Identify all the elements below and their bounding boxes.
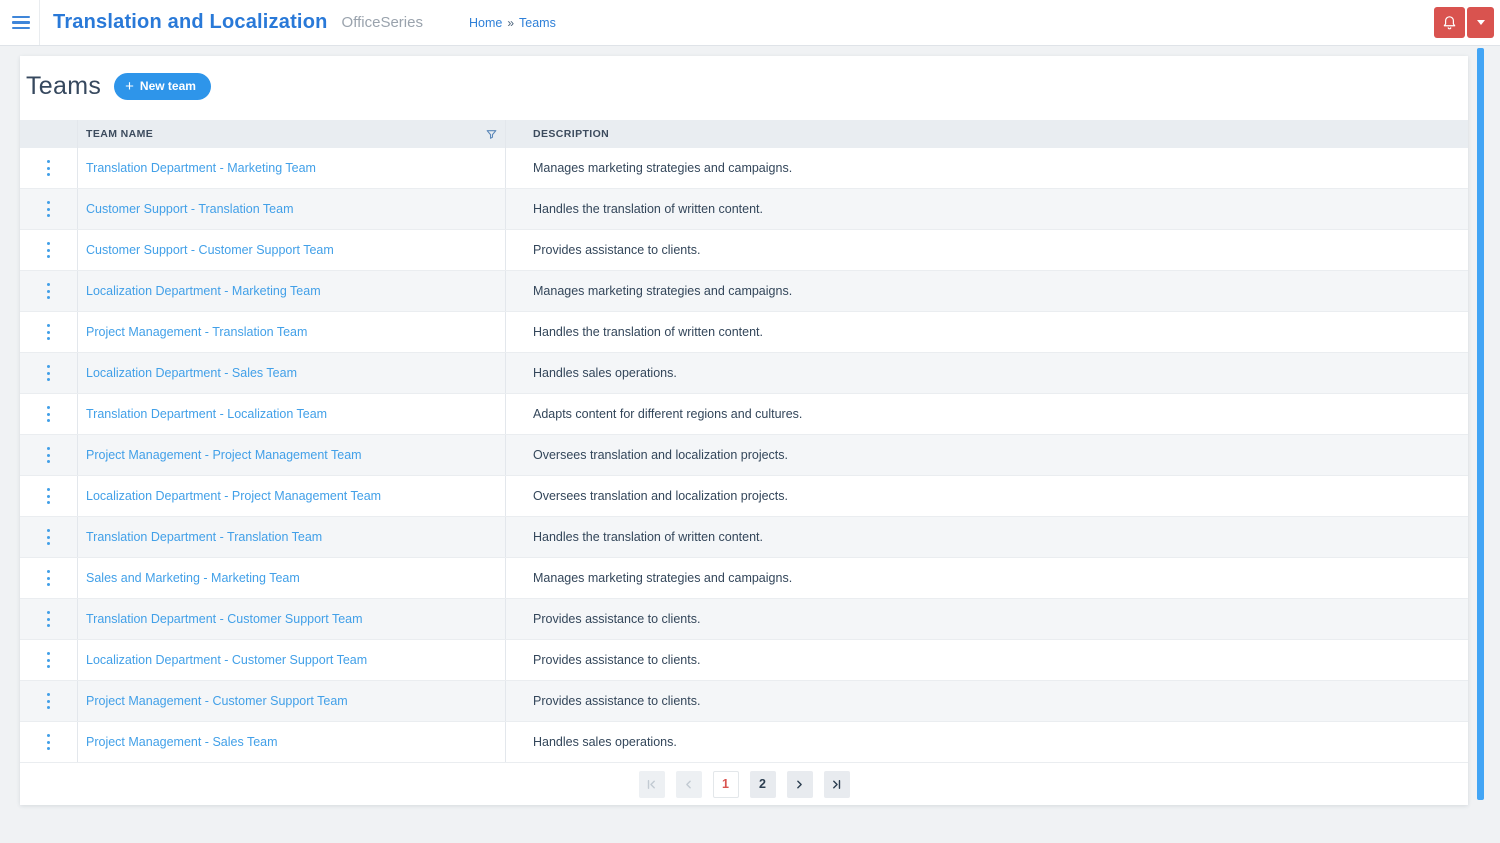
kebab-menu-icon[interactable]	[42, 647, 55, 673]
team-description: Handles sales operations.	[533, 735, 677, 749]
team-description: Handles the translation of written conte…	[533, 530, 763, 544]
notifications-button[interactable]	[1434, 7, 1465, 38]
plus-icon: +	[125, 79, 134, 94]
kebab-menu-icon[interactable]	[42, 688, 55, 714]
new-team-button[interactable]: + New team	[114, 73, 211, 100]
kebab-menu-icon[interactable]	[42, 483, 55, 509]
team-name-link[interactable]: Localization Department - Marketing Team	[86, 284, 321, 298]
last-page-icon	[830, 778, 843, 791]
team-description: Oversees translation and localization pr…	[533, 448, 788, 462]
kebab-menu-icon[interactable]	[42, 278, 55, 304]
breadcrumb-separator: »	[507, 16, 514, 30]
kebab-menu-icon[interactable]	[42, 196, 55, 222]
table-row: Translation Department - Localization Te…	[20, 394, 1468, 435]
kebab-menu-icon[interactable]	[42, 729, 55, 755]
page-1-button[interactable]: 1	[713, 771, 739, 798]
column-header-team-name: TEAM NAME	[86, 128, 153, 140]
team-name-link[interactable]: Localization Department - Sales Team	[86, 366, 297, 380]
teams-table: TEAM NAME DESCRIPTION Translation Depart…	[20, 120, 1468, 763]
table-row: Project Management - Project Management …	[20, 435, 1468, 476]
table-row: Localization Department - Customer Suppo…	[20, 640, 1468, 681]
kebab-menu-icon[interactable]	[42, 524, 55, 550]
page-2-button[interactable]: 2	[750, 771, 776, 798]
team-name-link[interactable]: Translation Department - Marketing Team	[86, 161, 316, 175]
team-description: Manages marketing strategies and campaig…	[533, 571, 792, 585]
table-header-row: TEAM NAME DESCRIPTION	[20, 120, 1468, 148]
team-description: Adapts content for different regions and…	[533, 407, 802, 421]
team-name-link[interactable]: Project Management - Sales Team	[86, 735, 278, 749]
team-name-link[interactable]: Localization Department - Customer Suppo…	[86, 653, 367, 667]
team-name-link[interactable]: Sales and Marketing - Marketing Team	[86, 571, 300, 585]
table-body: Translation Department - Marketing Team …	[20, 148, 1468, 763]
page-head: Teams + New team	[20, 56, 1468, 101]
filter-funnel-icon[interactable]	[485, 128, 498, 141]
kebab-menu-icon[interactable]	[42, 606, 55, 632]
teams-card: Teams + New team TEAM NAME DESCRIPTION	[20, 56, 1468, 805]
table-row: Customer Support - Customer Support Team…	[20, 230, 1468, 271]
bell-icon	[1441, 14, 1458, 31]
kebab-menu-icon[interactable]	[42, 401, 55, 427]
team-name-link[interactable]: Localization Department - Project Manage…	[86, 489, 381, 503]
kebab-menu-icon[interactable]	[42, 155, 55, 181]
app-title: Translation and Localization	[53, 11, 328, 34]
team-name-link[interactable]: Project Management - Project Management …	[86, 448, 362, 462]
actions-column-header	[20, 120, 78, 148]
new-team-label: New team	[140, 79, 196, 93]
team-description: Oversees translation and localization pr…	[533, 489, 788, 503]
team-description: Provides assistance to clients.	[533, 653, 700, 667]
team-name-link[interactable]: Translation Department - Customer Suppor…	[86, 612, 363, 626]
kebab-menu-icon[interactable]	[42, 565, 55, 591]
first-page-button	[639, 771, 665, 798]
column-header-description: DESCRIPTION	[533, 128, 609, 140]
table-row: Translation Department - Customer Suppor…	[20, 599, 1468, 640]
header-divider	[39, 0, 40, 45]
table-row: Translation Department - Translation Tea…	[20, 517, 1468, 558]
scrollbar-thumb[interactable]	[1477, 48, 1484, 800]
caret-down-icon	[1477, 20, 1485, 25]
next-page-icon	[793, 778, 806, 791]
team-description: Provides assistance to clients.	[533, 694, 700, 708]
breadcrumb-current-link[interactable]: Teams	[519, 16, 556, 30]
team-description: Provides assistance to clients.	[533, 243, 700, 257]
team-description: Handles the translation of written conte…	[533, 202, 763, 216]
page-title: Teams	[26, 72, 101, 101]
account-menu-button[interactable]	[1467, 7, 1494, 38]
top-header: Translation and Localization OfficeSerie…	[0, 0, 1500, 46]
table-row: Translation Department - Marketing Team …	[20, 148, 1468, 189]
hamburger-menu-icon[interactable]	[12, 16, 30, 30]
team-name-link[interactable]: Customer Support - Translation Team	[86, 202, 294, 216]
table-row: Project Management - Translation Team Ha…	[20, 312, 1468, 353]
team-description: Provides assistance to clients.	[533, 612, 700, 626]
prev-page-button	[676, 771, 702, 798]
first-page-icon	[645, 778, 658, 791]
pagination: 12	[20, 763, 1468, 805]
team-name-link[interactable]: Translation Department - Translation Tea…	[86, 530, 322, 544]
kebab-menu-icon[interactable]	[42, 442, 55, 468]
table-row: Project Management - Customer Support Te…	[20, 681, 1468, 722]
team-name-link[interactable]: Translation Department - Localization Te…	[86, 407, 327, 421]
app-subtitle: OfficeSeries	[342, 14, 423, 31]
next-page-button[interactable]	[787, 771, 813, 798]
table-row: Customer Support - Translation Team Hand…	[20, 189, 1468, 230]
team-description: Manages marketing strategies and campaig…	[533, 161, 792, 175]
kebab-menu-icon[interactable]	[42, 360, 55, 386]
last-page-button[interactable]	[824, 771, 850, 798]
kebab-menu-icon[interactable]	[42, 319, 55, 345]
breadcrumb: Home » Teams	[469, 16, 556, 30]
table-row: Localization Department - Marketing Team…	[20, 271, 1468, 312]
prev-page-icon	[682, 778, 695, 791]
team-description: Handles sales operations.	[533, 366, 677, 380]
breadcrumb-home-link[interactable]: Home	[469, 16, 502, 30]
header-actions	[1434, 7, 1494, 38]
team-description: Manages marketing strategies and campaig…	[533, 284, 792, 298]
kebab-menu-icon[interactable]	[42, 237, 55, 263]
team-name-link[interactable]: Customer Support - Customer Support Team	[86, 243, 334, 257]
table-row: Localization Department - Sales Team Han…	[20, 353, 1468, 394]
table-row: Project Management - Sales Team Handles …	[20, 722, 1468, 763]
team-description: Handles the translation of written conte…	[533, 325, 763, 339]
team-name-link[interactable]: Project Management - Translation Team	[86, 325, 307, 339]
table-row: Sales and Marketing - Marketing Team Man…	[20, 558, 1468, 599]
team-name-link[interactable]: Project Management - Customer Support Te…	[86, 694, 348, 708]
table-row: Localization Department - Project Manage…	[20, 476, 1468, 517]
